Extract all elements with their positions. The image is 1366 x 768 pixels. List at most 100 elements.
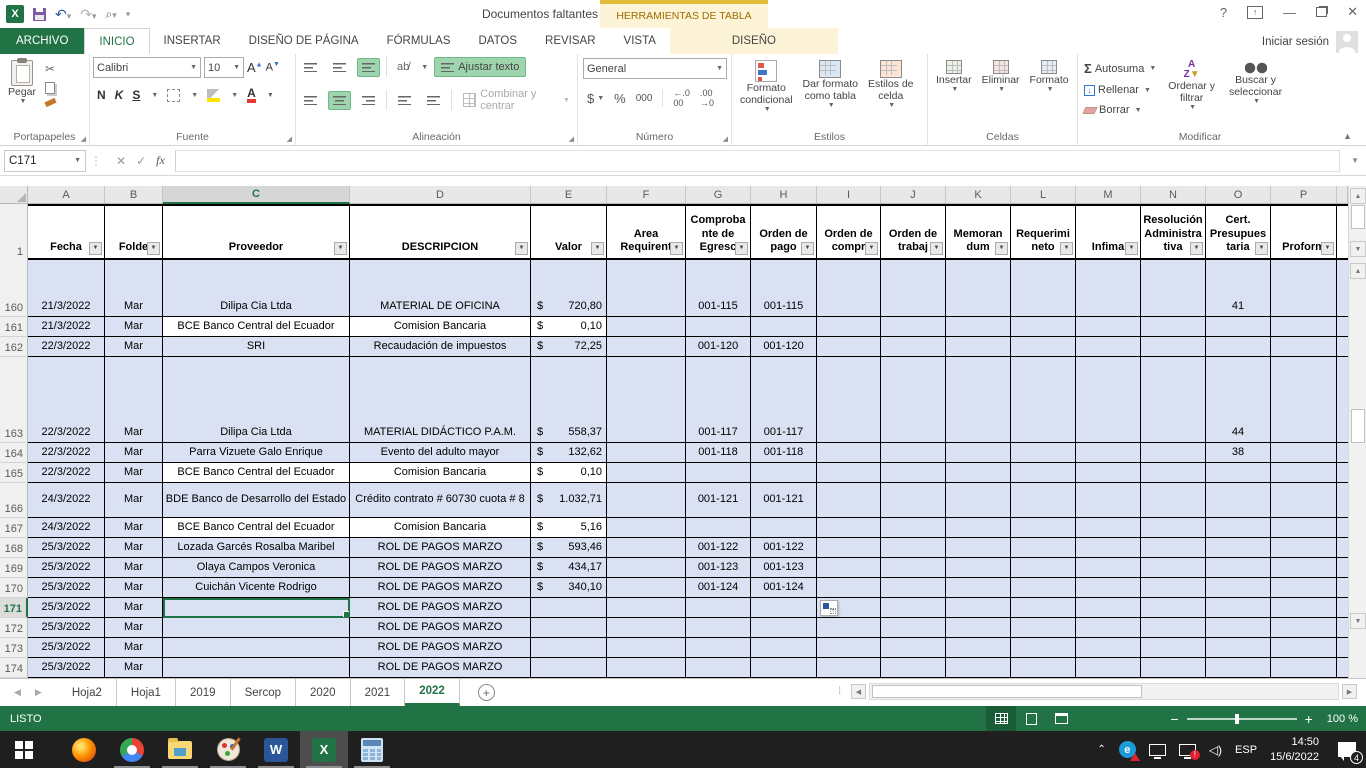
undo-icon[interactable]: ↶▾ [55, 6, 71, 23]
cell-D173[interactable]: ROL DE PAGOS MARZO [350, 638, 531, 658]
cell-H164[interactable]: 001-118 [751, 443, 817, 463]
filter-icon-D[interactable]: ▼ [515, 242, 528, 255]
tab-revisar[interactable]: REVISAR [531, 28, 610, 54]
align-center-icon[interactable] [328, 91, 351, 110]
sheet-tab-hoja1[interactable]: Hoja1 [117, 679, 176, 706]
zoom-slider[interactable] [1235, 714, 1239, 724]
cell-C174[interactable] [163, 658, 350, 678]
header-cell-F[interactable]: Area Requirent▼ [607, 204, 686, 260]
format-as-table-button[interactable]: Dar formato como tabla▼ [798, 57, 863, 117]
column-letter-C[interactable]: C [163, 186, 350, 204]
cell-L168[interactable] [1011, 538, 1076, 558]
font-size-select[interactable]: 10▼ [204, 57, 244, 78]
cell-H172[interactable] [751, 618, 817, 638]
taskbar-paint-icon[interactable] [204, 731, 252, 768]
cell-M173[interactable] [1076, 638, 1141, 658]
cell-I165[interactable] [817, 463, 881, 483]
cell-N163[interactable] [1141, 357, 1206, 443]
scroll-right-icon[interactable]: ▶ [1342, 684, 1357, 699]
copy-icon[interactable] [45, 82, 55, 94]
zoom-level[interactable]: 100 % [1327, 713, 1358, 725]
cell-H169[interactable]: 001-123 [751, 558, 817, 578]
zoom-out-icon[interactable]: − [1170, 711, 1178, 727]
header-cell-E[interactable]: Valor▼ [531, 204, 607, 260]
horizontal-scrollbar[interactable]: ⁞ ◀ ▶ [838, 683, 1358, 700]
cell-B161[interactable]: Mar [105, 317, 163, 337]
cell-B166[interactable]: Mar [105, 483, 163, 518]
cell-A173[interactable]: 25/3/2022 [28, 638, 105, 658]
cell-A171[interactable]: 25/3/2022 [28, 598, 105, 618]
column-letter-N[interactable]: N [1141, 186, 1206, 204]
tab-archivo[interactable]: ARCHIVO [0, 28, 84, 54]
cell-N168[interactable] [1141, 538, 1206, 558]
cell-E160[interactable]: $720,80 [531, 260, 607, 317]
cell-M167[interactable] [1076, 518, 1141, 538]
cell-H167[interactable] [751, 518, 817, 538]
cell-F172[interactable] [607, 618, 686, 638]
cell-B164[interactable]: Mar [105, 443, 163, 463]
cell-O173[interactable] [1206, 638, 1271, 658]
cell-F166[interactable] [607, 483, 686, 518]
cell-H162[interactable]: 001-120 [751, 337, 817, 357]
row-number-163[interactable]: 163 [0, 357, 28, 443]
cell-E174[interactable] [531, 658, 607, 678]
cell-D160[interactable]: MATERIAL DE OFICINA [350, 260, 531, 317]
cell-C169[interactable]: Olaya Campos Veronica [163, 558, 350, 578]
insert-function-icon[interactable]: fx [156, 153, 165, 168]
cell-B163[interactable]: Mar [105, 357, 163, 443]
cell-O168[interactable] [1206, 538, 1271, 558]
cell-K166[interactable] [946, 483, 1011, 518]
cell-J171[interactable] [881, 598, 946, 618]
cell-C173[interactable] [163, 638, 350, 658]
close-icon[interactable]: ✕ [1347, 4, 1358, 20]
row-number-164[interactable]: 164 [0, 443, 28, 463]
fill-color-icon[interactable] [207, 89, 220, 102]
conditional-formatting-button[interactable]: Formato condicional▼ [735, 57, 798, 117]
hscroll-thumb[interactable] [872, 685, 1142, 698]
cell-F162[interactable] [607, 337, 686, 357]
column-letter-L[interactable]: L [1011, 186, 1076, 204]
cell-I168[interactable] [817, 538, 881, 558]
cell-O166[interactable] [1206, 483, 1271, 518]
cell-P169[interactable] [1271, 558, 1337, 578]
expand-formula-bar-icon[interactable]: ▼ [1344, 156, 1366, 165]
cell-E173[interactable] [531, 638, 607, 658]
cell-B170[interactable]: Mar [105, 578, 163, 598]
cell-N173[interactable] [1141, 638, 1206, 658]
name-box[interactable]: C171▼ [4, 150, 86, 172]
cell-M166[interactable] [1076, 483, 1141, 518]
font-name-select[interactable]: Calibri▼ [93, 57, 201, 78]
tab-vista[interactable]: VISTA [610, 28, 670, 54]
cell-B160[interactable]: Mar [105, 260, 163, 317]
percent-icon[interactable]: % [614, 91, 626, 106]
cell-B167[interactable]: Mar [105, 518, 163, 538]
cell-B174[interactable]: Mar [105, 658, 163, 678]
cell-L173[interactable] [1011, 638, 1076, 658]
cell-N174[interactable] [1141, 658, 1206, 678]
cell-C160[interactable]: Dilipa Cia Ltda [163, 260, 350, 317]
fill-button[interactable]: ↓Rellenar▼ [1081, 82, 1159, 98]
cell-K160[interactable] [946, 260, 1011, 317]
cell-I166[interactable] [817, 483, 881, 518]
cell-C165[interactable]: BCE Banco Central del Ecuador [163, 463, 350, 483]
print-preview-icon[interactable]: ⌕▾ [106, 7, 117, 22]
normal-view-button[interactable] [986, 706, 1016, 731]
cell-J169[interactable] [881, 558, 946, 578]
cell-B173[interactable]: Mar [105, 638, 163, 658]
header-cell-I[interactable]: Orden de compr▼ [817, 204, 881, 260]
cell-P172[interactable] [1271, 618, 1337, 638]
cell-E167[interactable]: $5,16 [531, 518, 607, 538]
row-number-162[interactable]: 162 [0, 337, 28, 357]
cell-F163[interactable] [607, 357, 686, 443]
filter-icon-I[interactable]: ▼ [865, 242, 878, 255]
cell-G173[interactable] [686, 638, 751, 658]
vertical-scrollbar[interactable]: ▲ ▼ ▲ ▼ [1348, 186, 1366, 678]
cell-F170[interactable] [607, 578, 686, 598]
tray-antivirus-icon[interactable]: e [1119, 741, 1136, 758]
cell-E164[interactable]: $132,62 [531, 443, 607, 463]
cell-G164[interactable]: 001-118 [686, 443, 751, 463]
cell-N171[interactable] [1141, 598, 1206, 618]
customize-qat-icon[interactable]: ▾ [126, 9, 131, 20]
cell-L170[interactable] [1011, 578, 1076, 598]
header-cell-L[interactable]: Requerimi neto▼ [1011, 204, 1076, 260]
